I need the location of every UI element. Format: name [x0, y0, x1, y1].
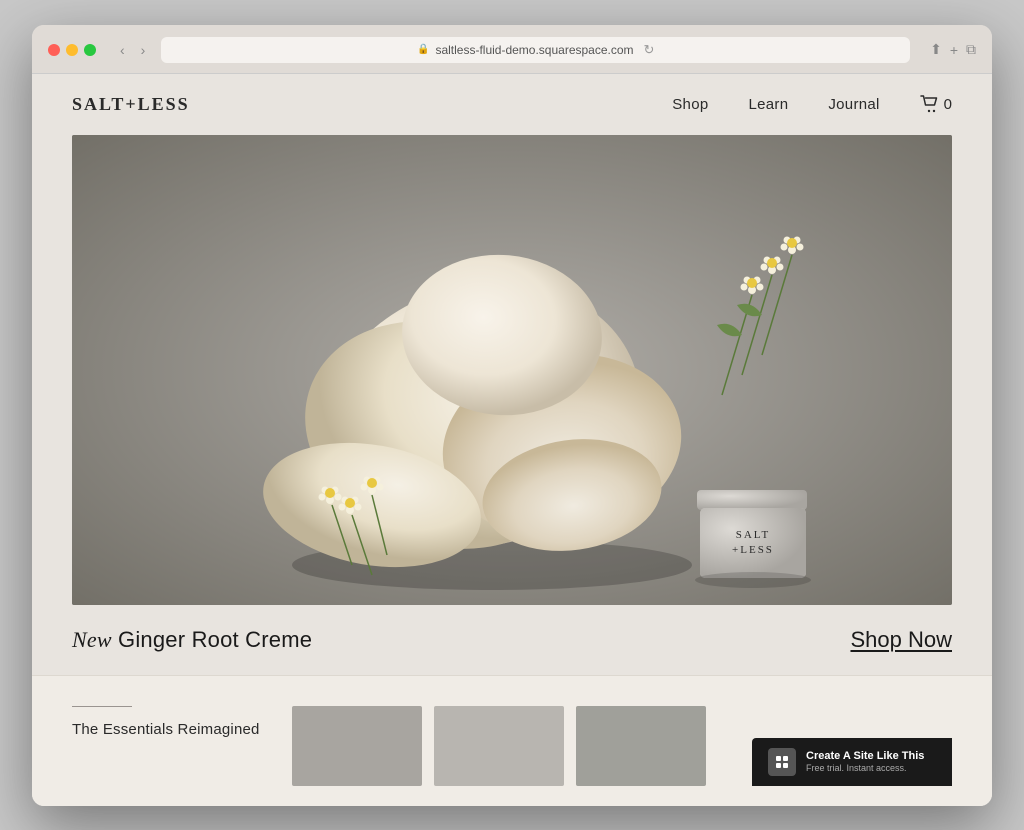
address-bar[interactable]: 🔒 saltless-fluid-demo.squarespace.com ↻ [161, 37, 910, 63]
essentials-text-col: The Essentials Reimagined [72, 706, 272, 738]
squarespace-banner[interactable]: Create A Site Like This Free trial. Inst… [752, 738, 952, 786]
site-logo[interactable]: SALT+LESS [72, 94, 190, 115]
nav-shop[interactable]: Shop [672, 96, 708, 113]
traffic-lights [48, 44, 96, 56]
bottom-content: The Essentials Reimagined [72, 706, 952, 786]
bottom-section: The Essentials Reimagined [32, 675, 992, 806]
cart-button[interactable]: 0 [920, 95, 952, 113]
share-button[interactable]: ⬆ [930, 41, 942, 58]
tabs-button[interactable]: ⧉ [966, 41, 976, 58]
site-header: SALT+LESS Shop Learn Journal 0 [32, 74, 992, 135]
lock-icon: 🔒 [417, 44, 429, 55]
cart-icon [920, 95, 940, 113]
squarespace-text: Create A Site Like This Free trial. Inst… [806, 749, 936, 775]
hero-svg: SALT +LESS [72, 135, 952, 605]
maximize-button[interactable] [84, 44, 96, 56]
close-button[interactable] [48, 44, 60, 56]
product-name-rest: Ginger Root Creme [112, 627, 312, 652]
product-bar: New Ginger Root Creme Shop Now [32, 605, 992, 675]
refresh-icon: ↻ [644, 42, 655, 58]
essentials-title: The Essentials Reimagined [72, 721, 272, 738]
site-nav: Shop Learn Journal 0 [672, 95, 952, 113]
logo-text: SALT+LESS [72, 94, 190, 114]
svg-text:SALT: SALT [736, 529, 771, 541]
product-title: New Ginger Root Creme [72, 627, 312, 653]
product-thumb-3[interactable] [576, 706, 706, 786]
squarespace-title: Create A Site Like This [806, 749, 936, 763]
svg-text:+LESS: +LESS [732, 544, 774, 556]
minimize-button[interactable] [66, 44, 78, 56]
nav-journal[interactable]: Journal [828, 96, 879, 113]
browser-window: ‹ › 🔒 saltless-fluid-demo.squarespace.co… [32, 25, 992, 806]
product-thumb-2[interactable] [434, 706, 564, 786]
shop-now-link[interactable]: Shop Now [850, 627, 952, 653]
product-thumb-1[interactable] [292, 706, 422, 786]
product-name-italic: New [72, 627, 112, 652]
cart-count: 0 [944, 96, 952, 113]
squarespace-logo [768, 748, 796, 776]
browser-controls: ‹ › [116, 40, 149, 60]
browser-chrome: ‹ › 🔒 saltless-fluid-demo.squarespace.co… [32, 25, 992, 74]
back-button[interactable]: ‹ [116, 40, 129, 60]
essentials-divider [72, 706, 132, 707]
nav-learn[interactable]: Learn [748, 96, 788, 113]
hero-image: SALT +LESS [72, 135, 952, 605]
url-text: saltless-fluid-demo.squarespace.com [435, 43, 633, 57]
site-content: SALT+LESS Shop Learn Journal 0 [32, 74, 992, 806]
browser-actions: ⬆ + ⧉ [930, 41, 976, 58]
squarespace-subtitle: Free trial. Instant access. [806, 763, 936, 775]
new-tab-button[interactable]: + [950, 41, 958, 58]
forward-button[interactable]: › [137, 40, 150, 60]
